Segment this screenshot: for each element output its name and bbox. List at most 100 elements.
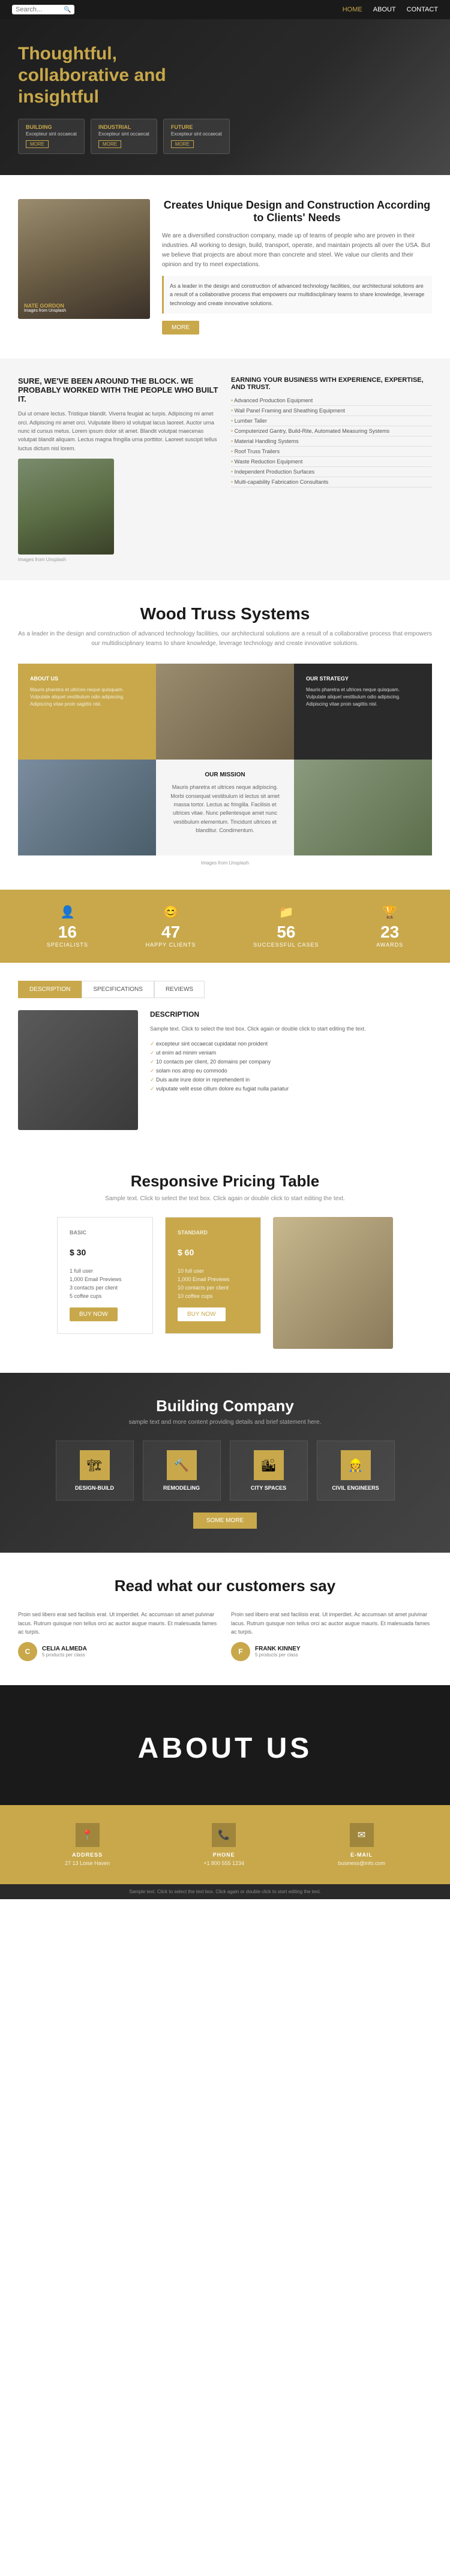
sure-image-caption: Images from Unsplash xyxy=(18,557,219,562)
woodtruss-mission-card: OUR MISSION Mauris pharetra et ultrices … xyxy=(156,760,294,855)
nav-about[interactable]: ABOUT xyxy=(373,6,396,13)
building-card-city: 🏙 CITY SPACES xyxy=(230,1441,308,1501)
sure-right-title: EARNING YOUR BUSINESS WITH EXPERIENCE, E… xyxy=(231,376,432,391)
creates-content: Creates Unique Design and Construction A… xyxy=(162,199,432,335)
hero-title: Thoughtful, collaborative and insightful xyxy=(18,43,210,108)
hero-section: Thoughtful, collaborative and insightful… xyxy=(0,19,450,175)
author-frank: F FRANK KINNEY 5 products per class xyxy=(231,1642,432,1661)
list-item: ut enim ad minim veniam xyxy=(150,1049,432,1057)
tab-description[interactable]: DESCRIPTION xyxy=(18,981,82,998)
sure-text: Dui ut ornare lectus. Tristique blandit.… xyxy=(18,409,219,453)
pricing-section: Responsive Pricing Table Sample text. Cl… xyxy=(0,1148,450,1373)
pricing-title: Responsive Pricing Table xyxy=(18,1172,432,1191)
woodtruss-image-1 xyxy=(156,664,294,760)
testimonial-frank: Proin sed libero erat sed facilisis erat… xyxy=(231,1610,432,1661)
list-item: Duis aute irure dolor in reprehenderit i… xyxy=(150,1075,432,1084)
stat-clients: 😊 47 HAPPY CLIENTS xyxy=(146,905,196,948)
email-icon: ✉ xyxy=(350,1823,374,1847)
list-item: Lumber Taller xyxy=(231,416,432,426)
list-item: Roof Truss Trailers xyxy=(231,447,432,457)
feature-item: 10 full user xyxy=(178,1267,248,1275)
hero-feature-industrial: INDUSTRIAL Excepteur sint occaecat MORE xyxy=(91,119,157,154)
pricing-cards: BASIC $ 30 1 full user 1,000 Email Previ… xyxy=(18,1217,432,1349)
remodeling-icon: 🔨 xyxy=(167,1450,197,1480)
pricing-card-standard: STANDARD $ 60 10 full user 1,000 Email P… xyxy=(165,1217,261,1334)
pricing-subtitle: Sample text. Click to select the text bo… xyxy=(18,1195,432,1202)
footer-note-text: Sample text. Click to select the text bo… xyxy=(12,1889,438,1894)
building-subtitle: sample text and more content providing d… xyxy=(18,1419,432,1426)
sure-title: SURE, WE'VE BEEN AROUND THE BLOCK. WE PR… xyxy=(18,376,219,403)
creates-text1: We are a diversified construction compan… xyxy=(162,231,432,270)
nav-home[interactable]: HOME xyxy=(343,6,362,13)
feature-item: 1 full user xyxy=(70,1267,140,1275)
search-input[interactable] xyxy=(16,6,64,13)
footer: Sample text. Click to select the text bo… xyxy=(0,1884,450,1899)
phone-icon: 📞 xyxy=(212,1823,236,1847)
search-box[interactable]: 🔍 xyxy=(12,5,74,14)
pricing-image xyxy=(273,1217,393,1349)
feature-item: 1,000 Email Previews xyxy=(178,1275,248,1284)
sure-right: EARNING YOUR BUSINESS WITH EXPERIENCE, E… xyxy=(231,376,432,562)
testimonials-section: Read what our customers say Proin sed li… xyxy=(0,1553,450,1685)
clients-icon: 😊 xyxy=(146,905,196,920)
list-item: Material Handling Systems xyxy=(231,436,432,447)
hero-content: Thoughtful, collaborative and insightful… xyxy=(0,19,450,175)
contact-section: 📍 ADDRESS 27 13 Loise Haven 📞 PHONE +1 8… xyxy=(0,1805,450,1884)
awards-icon: 🏆 xyxy=(376,905,403,920)
tab-description-text: Sample text. Click to select the text bo… xyxy=(150,1025,432,1033)
woodtruss-about-card: ABOUT US Mauris pharetra et ultrices neq… xyxy=(18,664,156,760)
tab-content-title: DESCRIPTION xyxy=(150,1010,432,1019)
building-card-design: 🏗 DESIGN-BUILD xyxy=(56,1441,134,1501)
sure-right-list: Advanced Production Equipment Wall Panel… xyxy=(231,396,432,487)
building-section: Building Company sample text and more co… xyxy=(0,1373,450,1553)
hero-more-building[interactable]: MORE xyxy=(26,140,49,148)
basic-features: 1 full user 1,000 Email Previews 3 conta… xyxy=(70,1267,140,1300)
woodtruss-image-2 xyxy=(18,760,156,855)
pricing-card-basic: BASIC $ 30 1 full user 1,000 Email Previ… xyxy=(57,1217,153,1334)
creates-text-block: As a leader in the design and constructi… xyxy=(162,276,432,314)
list-item: Computerized Gantry, Build-Rite, Automat… xyxy=(231,426,432,436)
woodtruss-image-source: Images from Unsplash xyxy=(18,860,432,866)
contact-address: 📍 ADDRESS 27 13 Loise Haven xyxy=(65,1823,110,1866)
tab-specifications[interactable]: SPECIFICATIONS xyxy=(82,981,154,998)
avatar-frank: F xyxy=(231,1642,250,1661)
specialists-icon: 👤 xyxy=(47,905,88,920)
creates-image-inner: NATE GORDON Images from Unsplash xyxy=(18,199,150,319)
nav-contact[interactable]: CONTACT xyxy=(407,6,438,13)
standard-buy-button[interactable]: BUY NOW xyxy=(178,1307,226,1321)
tabs-text-content: DESCRIPTION Sample text. Click to select… xyxy=(150,1010,432,1130)
woodtruss-image-3 xyxy=(294,760,432,855)
list-item: vulputate velit esse cillum dolore eu fu… xyxy=(150,1084,432,1093)
contact-email: ✉ E-MAIL business@info.com xyxy=(338,1823,385,1866)
list-item: Wall Panel Framing and Sheathing Equipme… xyxy=(231,406,432,416)
stat-specialists: 👤 16 SPECIALISTS xyxy=(47,905,88,948)
about-us-label: ABOUT US xyxy=(138,1725,313,1766)
stat-cases: 📁 56 SUCCESSFUL CASES xyxy=(253,905,319,948)
about-us-section: ABOUT US xyxy=(0,1685,450,1805)
tabs-section: DESCRIPTION SPECIFICATIONS REVIEWS DESCR… xyxy=(0,963,450,1148)
address-icon: 📍 xyxy=(76,1823,100,1847)
feature-item: 10 contacts per client xyxy=(178,1284,248,1292)
list-item: 10 contacts per client, 20 domains per c… xyxy=(150,1057,432,1066)
feature-item: 5 coffee cups xyxy=(70,1292,140,1300)
woodtruss-title: Wood Truss Systems xyxy=(18,604,432,623)
list-item: Independent Production Surfaces xyxy=(231,467,432,477)
building-card-remodeling: 🔨 REMODELING xyxy=(143,1441,221,1501)
basic-buy-button[interactable]: BUY NOW xyxy=(70,1307,118,1321)
stats-section: 👤 16 SPECIALISTS 😊 47 HAPPY CLIENTS 📁 56… xyxy=(0,890,450,963)
creates-section: NATE GORDON Images from Unsplash Creates… xyxy=(0,175,450,358)
tabs-image xyxy=(18,1010,138,1130)
hero-more-industrial[interactable]: MORE xyxy=(98,140,121,148)
search-icon: 🔍 xyxy=(64,7,71,13)
header: 🔍 HOME ABOUT CONTACT xyxy=(0,0,450,19)
testimonial-celia: Proin sed libero erat sed facilisis erat… xyxy=(18,1610,219,1661)
testimonials-grid: Proin sed libero erat sed facilisis erat… xyxy=(18,1610,432,1661)
building-more-button[interactable]: SOME MORE xyxy=(193,1513,257,1529)
creates-more-button[interactable]: MORE xyxy=(162,321,199,335)
hero-more-future[interactable]: MORE xyxy=(171,140,194,148)
hero-feature-building: BUILDING Excepteur sint occaecat MORE xyxy=(18,119,85,154)
sure-image xyxy=(18,459,114,555)
feature-item: 1,000 Email Previews xyxy=(70,1275,140,1284)
tab-reviews[interactable]: REVIEWS xyxy=(154,981,205,998)
tabs-header: DESCRIPTION SPECIFICATIONS REVIEWS xyxy=(18,981,432,998)
